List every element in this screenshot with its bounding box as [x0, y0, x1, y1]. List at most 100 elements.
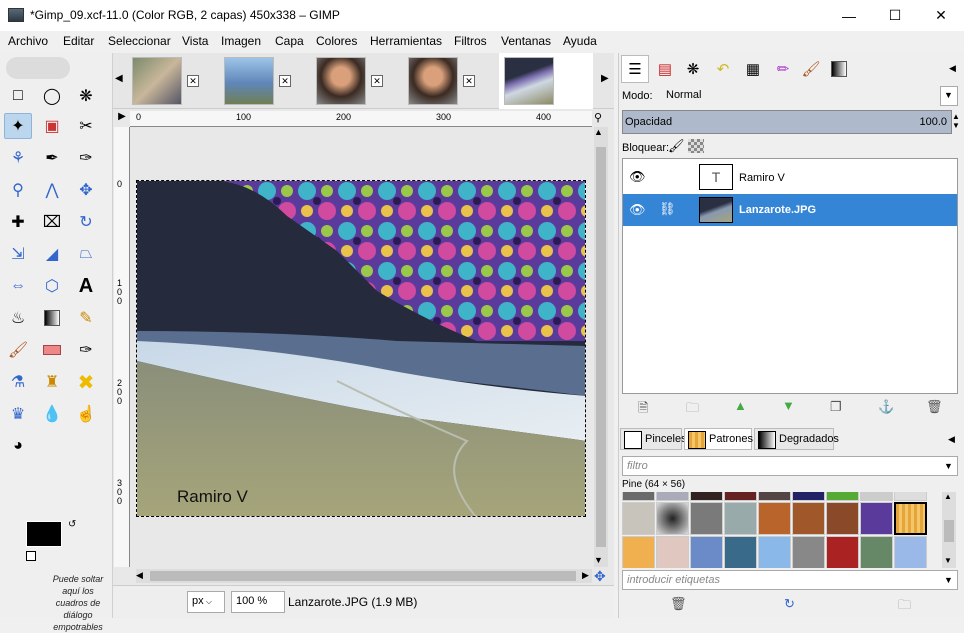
- pattern-cell[interactable]: [792, 536, 825, 568]
- horizontal-scrollbar[interactable]: ◀ ▶: [136, 569, 592, 583]
- tab-close-icon[interactable]: ✕: [279, 75, 291, 87]
- duplicate-layer-icon[interactable]: ❐: [830, 399, 842, 415]
- zoom-fit-icon[interactable]: ⚲: [594, 111, 608, 127]
- scroll-up-icon[interactable]: ▲: [594, 127, 603, 137]
- tab-brush[interactable]: 🖌: [797, 55, 825, 83]
- airbrush-tool[interactable]: ✑: [72, 337, 100, 363]
- pattern-cell[interactable]: [860, 492, 893, 501]
- mode-dropdown-button[interactable]: ▼: [940, 86, 958, 106]
- menu-ayuda[interactable]: Ayuda: [563, 34, 597, 48]
- menu-filtros[interactable]: Filtros: [454, 34, 487, 48]
- pattern-cell[interactable]: [690, 492, 723, 501]
- scroll-up-icon[interactable]: ▲: [944, 492, 952, 501]
- pattern-cell[interactable]: [758, 492, 791, 501]
- pattern-cell[interactable]: [656, 502, 689, 535]
- filter-input[interactable]: filtro: [622, 456, 958, 476]
- patterns-scrollbar[interactable]: ▲ ▼: [942, 492, 956, 568]
- refresh-patterns-icon[interactable]: ↻: [784, 596, 795, 612]
- layer-row-selected[interactable]: 👁 ⛓ Lanzarote.JPG: [623, 194, 957, 226]
- bucket-fill-tool[interactable]: ♨: [4, 305, 32, 331]
- free-select-tool[interactable]: ❋: [72, 83, 100, 109]
- menu-herramientas[interactable]: Herramientas: [370, 34, 442, 48]
- visibility-eye-icon[interactable]: 👁: [629, 169, 646, 185]
- move-tool[interactable]: ✥: [72, 177, 100, 203]
- panel-menu-icon[interactable]: ◀: [948, 434, 955, 445]
- menu-capa[interactable]: Capa: [275, 34, 304, 48]
- tab-layers[interactable]: ☰: [621, 55, 649, 83]
- heal-tool[interactable]: ✖: [72, 369, 100, 395]
- scroll-down-icon[interactable]: ▼: [944, 556, 952, 565]
- open-pattern-folder-icon[interactable]: 🗀: [898, 596, 911, 618]
- select-by-color-tool[interactable]: ▣: [38, 113, 66, 139]
- cage-transform-tool[interactable]: ⬡: [38, 273, 66, 299]
- layer-row[interactable]: 👁 T Ramiro V: [623, 161, 957, 193]
- tab-degradados[interactable]: Degradados: [754, 428, 839, 450]
- ink-tool[interactable]: ⚗: [4, 369, 32, 395]
- chain-link-icon[interactable]: ⛓: [659, 201, 676, 217]
- image-tab-3[interactable]: [316, 57, 366, 105]
- menu-seleccionar[interactable]: Seleccionar: [108, 34, 171, 48]
- zoom-field[interactable]: 100 %: [231, 591, 285, 613]
- pattern-cell[interactable]: [622, 492, 655, 501]
- minimize-button[interactable]: —: [826, 0, 872, 31]
- tabs-scroll-left-icon[interactable]: ◀: [115, 73, 123, 84]
- pattern-cell[interactable]: [758, 502, 791, 535]
- scroll-down-icon[interactable]: ▼: [594, 555, 603, 565]
- fuzzy-select-tool[interactable]: ✦: [4, 113, 32, 139]
- tab-pinceles[interactable]: Pinceles: [620, 428, 687, 450]
- panel-menu-icon[interactable]: ◀: [949, 63, 956, 74]
- text-layer-ramiro[interactable]: Ramiro V: [177, 487, 248, 507]
- default-colors-icon[interactable]: [26, 551, 36, 561]
- shear-tool[interactable]: ◢: [38, 241, 66, 267]
- close-button[interactable]: ✕: [918, 0, 964, 31]
- scroll-right-icon[interactable]: ▶: [582, 570, 589, 581]
- align-tool[interactable]: ✚: [4, 209, 32, 235]
- tab-brushes-dock[interactable]: ✏: [769, 55, 797, 83]
- rotate-tool[interactable]: ↻: [72, 209, 100, 235]
- smudge-tool[interactable]: ☝: [72, 401, 100, 427]
- raise-layer-icon[interactable]: ▲: [734, 398, 747, 413]
- scroll-thumb[interactable]: [150, 571, 576, 581]
- tab-patrones[interactable]: Patrones: [684, 428, 753, 450]
- tab-paths[interactable]: ❋: [679, 55, 707, 83]
- mode-select[interactable]: Normal: [662, 86, 938, 106]
- paths-tool[interactable]: ✒: [38, 145, 66, 171]
- crop-tool[interactable]: ⌧: [38, 209, 66, 235]
- scroll-thumb[interactable]: [596, 147, 606, 547]
- text-tool[interactable]: A: [72, 273, 100, 299]
- blend-tool[interactable]: [38, 305, 66, 331]
- pattern-cell[interactable]: [724, 536, 757, 568]
- foreground-color-swatch[interactable]: [26, 521, 62, 547]
- color-picker-tool[interactable]: ✑: [72, 145, 100, 171]
- pattern-cell-selected[interactable]: [894, 502, 927, 535]
- pattern-cell[interactable]: [826, 536, 859, 568]
- opacity-spin-icon[interactable]: ▲ ▼: [952, 112, 960, 130]
- dodge-burn-tool[interactable]: ◕: [4, 433, 32, 459]
- lock-alpha-icon[interactable]: [688, 139, 704, 153]
- new-layer-icon[interactable]: 🗎: [638, 399, 648, 421]
- pattern-cell[interactable]: [894, 492, 927, 501]
- pattern-cell[interactable]: [826, 502, 859, 535]
- swap-colors-icon[interactable]: ↺: [68, 519, 76, 530]
- blur-tool[interactable]: 💧: [38, 401, 66, 427]
- tab-undo[interactable]: ↶: [709, 55, 737, 83]
- tab-tool-options[interactable]: ▦: [739, 55, 767, 83]
- foreground-select-tool[interactable]: ⚘: [4, 145, 32, 171]
- scroll-thumb[interactable]: [944, 520, 954, 542]
- pattern-cell[interactable]: [724, 502, 757, 535]
- tab-close-icon[interactable]: ✕: [187, 75, 199, 87]
- pattern-cell[interactable]: [690, 536, 723, 568]
- rect-select-tool[interactable]: □: [4, 83, 32, 109]
- pattern-cell[interactable]: [656, 492, 689, 501]
- pattern-cell[interactable]: [792, 502, 825, 535]
- chevron-down-icon[interactable]: ▼: [944, 461, 953, 471]
- pattern-cell[interactable]: [894, 536, 927, 568]
- scroll-left-icon[interactable]: ◀: [136, 570, 143, 581]
- visibility-eye-icon[interactable]: 👁: [629, 202, 646, 218]
- image-tab-4[interactable]: [408, 57, 458, 105]
- image-canvas[interactable]: Ramiro V: [136, 180, 586, 517]
- tags-input[interactable]: introducir etiquetas: [622, 570, 958, 590]
- new-layer-group-icon[interactable]: 🗀: [686, 399, 699, 421]
- layer-name[interactable]: Lanzarote.JPG: [739, 204, 816, 216]
- image-tab-1[interactable]: [132, 57, 182, 105]
